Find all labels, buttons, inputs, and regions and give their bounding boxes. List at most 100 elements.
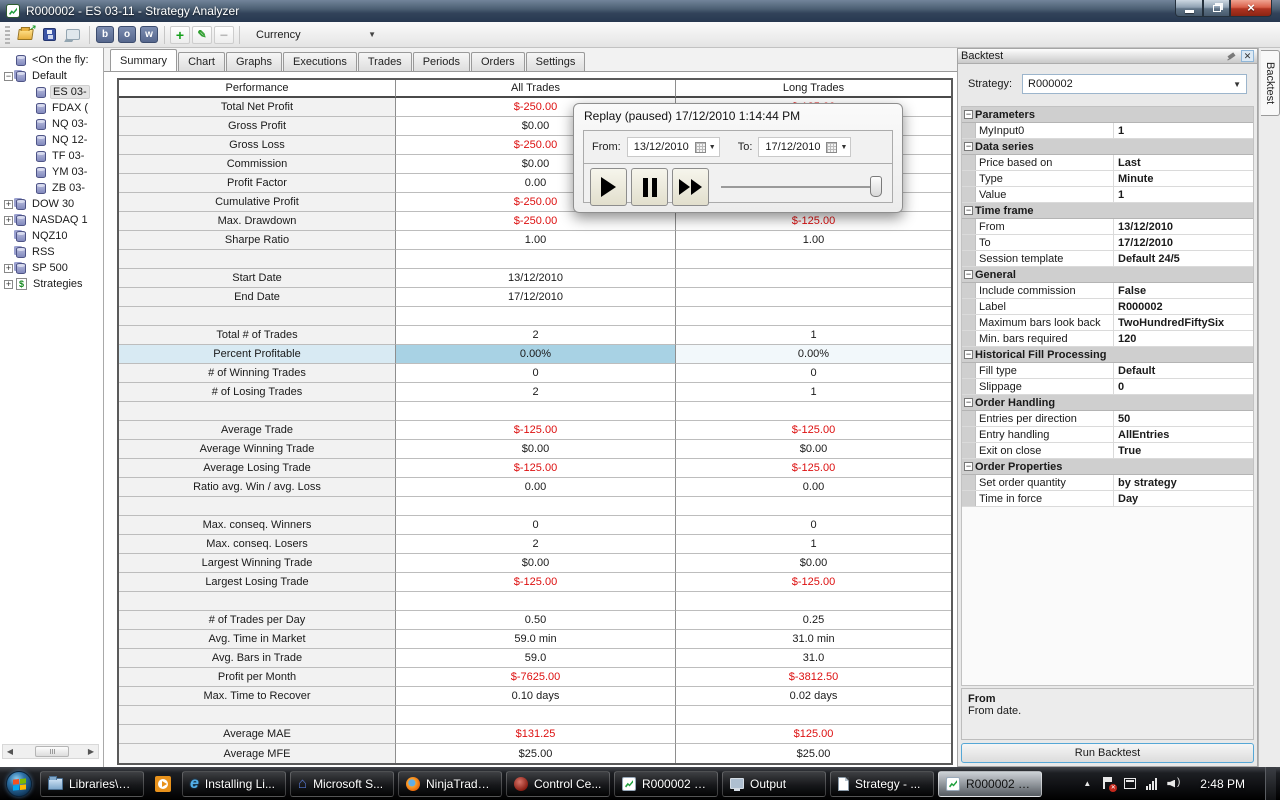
run-backtest-button[interactable]: Run Backtest bbox=[961, 743, 1254, 763]
property-value[interactable]: Day bbox=[1114, 491, 1253, 506]
property-group-data-series[interactable]: − Data series bbox=[962, 139, 1253, 155]
property-row[interactable]: Include commission False bbox=[962, 283, 1253, 299]
save-button[interactable] bbox=[38, 25, 60, 45]
table-row[interactable]: End Date 17/12/2010 bbox=[119, 288, 951, 307]
property-group-parameters[interactable]: − Parameters bbox=[962, 107, 1253, 123]
property-row[interactable]: Fill type Default bbox=[962, 363, 1253, 379]
slider-thumb[interactable] bbox=[870, 176, 882, 197]
property-value[interactable]: Last bbox=[1114, 155, 1253, 170]
property-value[interactable]: False bbox=[1114, 283, 1253, 298]
add-button[interactable]: + bbox=[170, 25, 190, 44]
property-value[interactable]: True bbox=[1114, 443, 1253, 458]
table-row[interactable]: Max. Drawdown $-250.00 $-125.00 bbox=[119, 212, 951, 231]
backtest-button[interactable]: b bbox=[96, 26, 114, 43]
table-row[interactable]: Total # of Trades 2 1 bbox=[119, 326, 951, 345]
walk-forward-button[interactable]: w bbox=[140, 26, 158, 43]
sidebar-item-on-the-fly[interactable]: <On the fly: bbox=[0, 52, 103, 68]
play-button[interactable] bbox=[590, 168, 627, 206]
table-row[interactable]: Percent Profitable 0.00% 0.00% bbox=[119, 345, 951, 364]
sidebar-item-strategies[interactable]: + $ Strategies bbox=[0, 276, 103, 292]
minimize-button[interactable] bbox=[1175, 0, 1203, 17]
sidebar-item-es-03[interactable]: ES 03- bbox=[0, 84, 103, 100]
property-value[interactable]: 13/12/2010 bbox=[1114, 219, 1253, 234]
network-icon[interactable] bbox=[1146, 777, 1158, 790]
table-row[interactable]: # of Winning Trades 0 0 bbox=[119, 364, 951, 383]
chevron-down-icon[interactable]: ▼ bbox=[840, 144, 847, 151]
tab-executions[interactable]: Executions bbox=[283, 52, 357, 71]
property-row[interactable]: Value 1 bbox=[962, 187, 1253, 203]
property-row[interactable]: To 17/12/2010 bbox=[962, 235, 1253, 251]
property-value[interactable]: 120 bbox=[1114, 331, 1253, 346]
sidebar-horizontal-scrollbar[interactable]: ◀ ▶ bbox=[2, 744, 99, 759]
property-value[interactable]: by strategy bbox=[1114, 475, 1253, 490]
tab-graphs[interactable]: Graphs bbox=[225, 52, 283, 71]
collapse-icon[interactable]: − bbox=[964, 110, 973, 119]
taskbar-item-r000002-e[interactable]: R000002 - E... bbox=[614, 770, 718, 797]
sidebar-item-nasdaq-1[interactable]: + NASDAQ 1 bbox=[0, 212, 103, 228]
table-row[interactable]: Max. conseq. Winners 0 0 bbox=[119, 516, 951, 535]
open-folder-button[interactable] bbox=[14, 25, 36, 45]
remove-button[interactable]: − bbox=[214, 25, 234, 44]
expand-icon[interactable]: + bbox=[4, 263, 13, 273]
property-value[interactable]: 1 bbox=[1114, 123, 1253, 138]
replay-speed-slider[interactable] bbox=[719, 168, 884, 206]
table-row[interactable]: Sharpe Ratio 1.00 1.00 bbox=[119, 231, 951, 250]
pin-icon[interactable] bbox=[1226, 50, 1238, 62]
tab-chart[interactable]: Chart bbox=[178, 52, 225, 71]
collapse-icon[interactable]: − bbox=[4, 71, 13, 81]
table-row[interactable]: Profit per Month $-7625.00 $-3812.50 bbox=[119, 668, 951, 687]
property-value[interactable]: Minute bbox=[1114, 171, 1253, 186]
property-value[interactable]: R000002 bbox=[1114, 299, 1253, 314]
table-spacer-row[interactable] bbox=[119, 402, 951, 421]
collapse-icon[interactable]: − bbox=[964, 398, 973, 407]
property-row[interactable]: Time in force Day bbox=[962, 491, 1253, 507]
property-row[interactable]: Exit on close True bbox=[962, 443, 1253, 459]
property-group-historical-fill-processing[interactable]: − Historical Fill Processing bbox=[962, 347, 1253, 363]
table-row[interactable]: Average Winning Trade $0.00 $0.00 bbox=[119, 440, 951, 459]
property-row[interactable]: Entries per direction 50 bbox=[962, 411, 1253, 427]
sidebar-item-fdax[interactable]: FDAX ( bbox=[0, 100, 103, 116]
volume-icon[interactable] bbox=[1167, 777, 1180, 790]
sidebar-item-nq-03[interactable]: NQ 03- bbox=[0, 116, 103, 132]
table-row[interactable]: # of Trades per Day 0.50 0.25 bbox=[119, 611, 951, 630]
collapse-icon[interactable]: − bbox=[964, 206, 973, 215]
table-row[interactable]: Max. conseq. Losers 2 1 bbox=[119, 535, 951, 554]
scroll-right-icon[interactable]: ▶ bbox=[84, 747, 98, 756]
fast-forward-button[interactable] bbox=[672, 168, 709, 206]
property-value[interactable]: AllEntries bbox=[1114, 427, 1253, 442]
optimize-button[interactable]: o bbox=[118, 26, 136, 43]
property-row[interactable]: From 13/12/2010 bbox=[962, 219, 1253, 235]
close-button[interactable]: × bbox=[1230, 0, 1272, 17]
tab-orders[interactable]: Orders bbox=[470, 52, 525, 71]
start-button[interactable] bbox=[0, 767, 38, 800]
table-row[interactable]: Average MAE $131.25 $125.00 bbox=[119, 725, 951, 744]
table-spacer-row[interactable] bbox=[119, 250, 951, 269]
sidebar-item-dow-30[interactable]: + DOW 30 bbox=[0, 196, 103, 212]
sidebar-item-sp-500[interactable]: + SP 500 bbox=[0, 260, 103, 276]
taskbar-item-output[interactable]: Output bbox=[722, 770, 826, 797]
table-spacer-row[interactable] bbox=[119, 307, 951, 326]
property-group-order-handling[interactable]: − Order Handling bbox=[962, 395, 1253, 411]
action-center-icon[interactable]: ✕ bbox=[1101, 777, 1118, 792]
property-value[interactable]: 1 bbox=[1114, 187, 1253, 202]
scroll-left-icon[interactable]: ◀ bbox=[3, 747, 17, 756]
screenshot-button[interactable] bbox=[62, 25, 84, 45]
table-row[interactable]: Average Trade $-125.00 $-125.00 bbox=[119, 421, 951, 440]
backtest-side-tab[interactable]: Backtest bbox=[1261, 50, 1280, 116]
tray-expand-icon[interactable]: ▲ bbox=[1083, 779, 1091, 788]
property-value[interactable]: TwoHundredFiftySix bbox=[1114, 315, 1253, 330]
tab-summary[interactable]: Summary bbox=[110, 49, 178, 71]
table-row[interactable]: Avg. Time in Market 59.0 min 31.0 min bbox=[119, 630, 951, 649]
property-value[interactable]: Default bbox=[1114, 363, 1253, 378]
tab-trades[interactable]: Trades bbox=[357, 52, 412, 71]
property-group-order-properties[interactable]: − Order Properties bbox=[962, 459, 1253, 475]
expand-icon[interactable]: + bbox=[4, 279, 13, 289]
sidebar-item-default[interactable]: − Default bbox=[0, 68, 103, 84]
property-row[interactable]: Slippage 0 bbox=[962, 379, 1253, 395]
table-spacer-row[interactable] bbox=[119, 706, 951, 725]
taskbar-item-libraries-vi[interactable]: Libraries\Vi... bbox=[40, 770, 144, 797]
property-group-general[interactable]: − General bbox=[962, 267, 1253, 283]
taskbar-item-control-ce[interactable]: Control Ce... bbox=[506, 770, 610, 797]
taskbar-item-installing-li[interactable]: e Installing Li... bbox=[182, 770, 286, 797]
replay-to-field[interactable]: 17/12/2010 ▼ bbox=[758, 137, 852, 157]
